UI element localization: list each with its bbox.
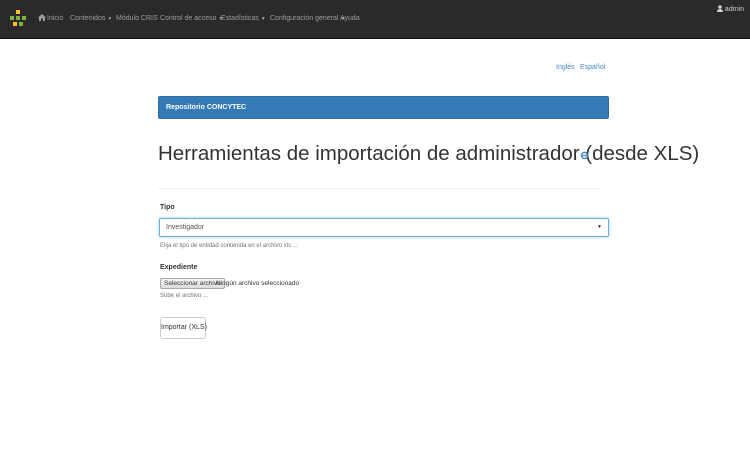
breadcrumb: Repositorio CONCYTEC: [158, 96, 609, 119]
home-icon: [38, 14, 46, 21]
divider: [158, 188, 599, 189]
nav-item-label: Control de acceso: [160, 15, 217, 22]
breadcrumb-home-link[interactable]: Repositorio CONCYTEC: [166, 97, 246, 118]
nav-item-ayuda[interactable]: Ayuda: [340, 0, 360, 38]
page-title: Herramientas de importación de administr…: [158, 142, 700, 165]
file-help-text: Sube el archivo ...: [160, 293, 209, 299]
gear-icon[interactable]: [580, 151, 589, 160]
nav-item-label: Estadísticas: [221, 15, 259, 22]
file-label: Expediente: [160, 264, 198, 271]
type-help-text: Elija el tipo de entidad contenida en el…: [160, 243, 298, 249]
chevron-down-icon: ▼: [597, 224, 602, 230]
type-select-value: Investigador: [166, 224, 205, 231]
nav-item-label: Ayuda: [340, 15, 360, 22]
caret-down-icon: ▼: [260, 16, 266, 22]
language-english-link[interactable]: Inglés: [556, 64, 575, 71]
import-xls-button[interactable]: Importar (XLS): [160, 317, 207, 339]
top-navbar: Inicio Contenidos ▼ Módulo CRIS Control d…: [0, 0, 750, 39]
nav-item-control-de-acceso[interactable]: Control de acceso ▼: [160, 0, 223, 38]
user-menu[interactable]: admin: [716, 0, 744, 20]
file-status-text: Ningún archivo seleccionado: [216, 280, 300, 287]
logo-icon[interactable]: [10, 10, 26, 28]
type-select[interactable]: Investigador ▼: [159, 218, 609, 237]
nav-item-label: Módulo CRIS: [116, 15, 158, 22]
language-spanish-link[interactable]: Español: [580, 64, 605, 71]
nav-item-label: Inicio: [47, 15, 64, 22]
user-icon: [716, 5, 723, 12]
user-name: admin: [724, 6, 744, 13]
type-label: Tipo: [160, 204, 175, 211]
caret-down-icon: ▼: [107, 16, 113, 22]
nav-item-label: Contenidos: [70, 15, 106, 22]
nav-item-contenidos[interactable]: Contenidos ▼: [70, 0, 112, 38]
nav-item-estadisticas[interactable]: Estadísticas ▼: [221, 0, 266, 38]
nav-item-inicio[interactable]: Inicio: [38, 0, 63, 38]
nav-item-configuracion-general[interactable]: Configuración general ▼: [270, 0, 345, 38]
nav-item-modulo-cris[interactable]: Módulo CRIS: [116, 0, 158, 38]
nav-item-label: Configuración general: [270, 15, 339, 22]
